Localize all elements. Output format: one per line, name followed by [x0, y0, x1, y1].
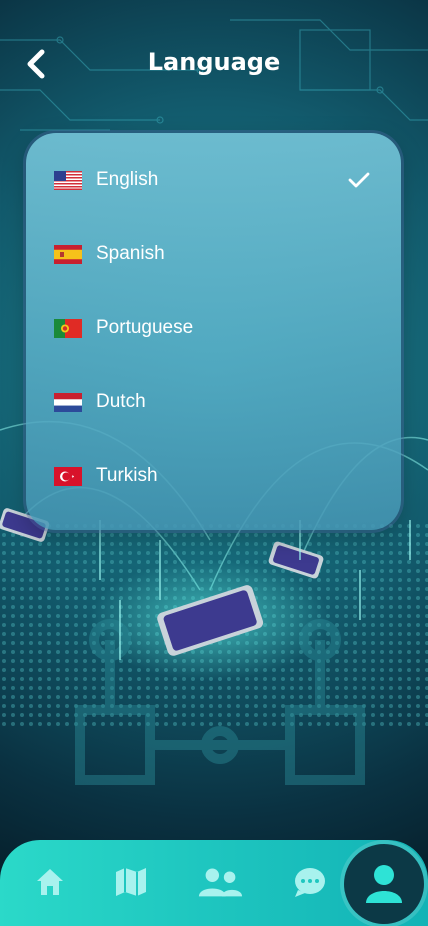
- language-label: Spanish: [96, 243, 165, 264]
- language-option-dutch[interactable]: Dutch: [26, 372, 401, 432]
- es-flag-icon: [54, 244, 82, 264]
- page-title: Language: [147, 48, 281, 76]
- language-list-panel: English Spanish Portuguese Dutch Turkish: [26, 133, 401, 530]
- chat-icon: [295, 868, 325, 897]
- nav-profile[interactable]: [344, 844, 424, 924]
- nav-chat[interactable]: [286, 858, 334, 906]
- pt-flag-icon: [54, 318, 82, 338]
- nav-community[interactable]: [196, 858, 244, 906]
- language-label: Dutch: [96, 391, 146, 412]
- home-icon: [37, 869, 63, 895]
- us-flag-icon: [54, 170, 82, 190]
- nav-map[interactable]: [107, 858, 155, 906]
- language-option-turkish[interactable]: Turkish: [26, 446, 401, 506]
- bottom-navigation: [0, 840, 428, 926]
- header: Language: [0, 0, 428, 128]
- tr-flag-icon: [54, 466, 82, 486]
- language-option-spanish[interactable]: Spanish: [26, 224, 401, 284]
- language-label: Portuguese: [96, 317, 194, 338]
- map-icon: [116, 868, 146, 896]
- language-label: Turkish: [96, 465, 158, 486]
- checkmark-icon: [348, 172, 370, 188]
- language-option-portuguese[interactable]: Portuguese: [26, 298, 401, 358]
- language-label: English: [96, 169, 159, 190]
- users-icon: [198, 868, 243, 897]
- nl-flag-icon: [54, 392, 82, 412]
- profile-icon: [366, 865, 402, 903]
- language-option-english[interactable]: English: [26, 150, 401, 210]
- nav-home[interactable]: [26, 858, 74, 906]
